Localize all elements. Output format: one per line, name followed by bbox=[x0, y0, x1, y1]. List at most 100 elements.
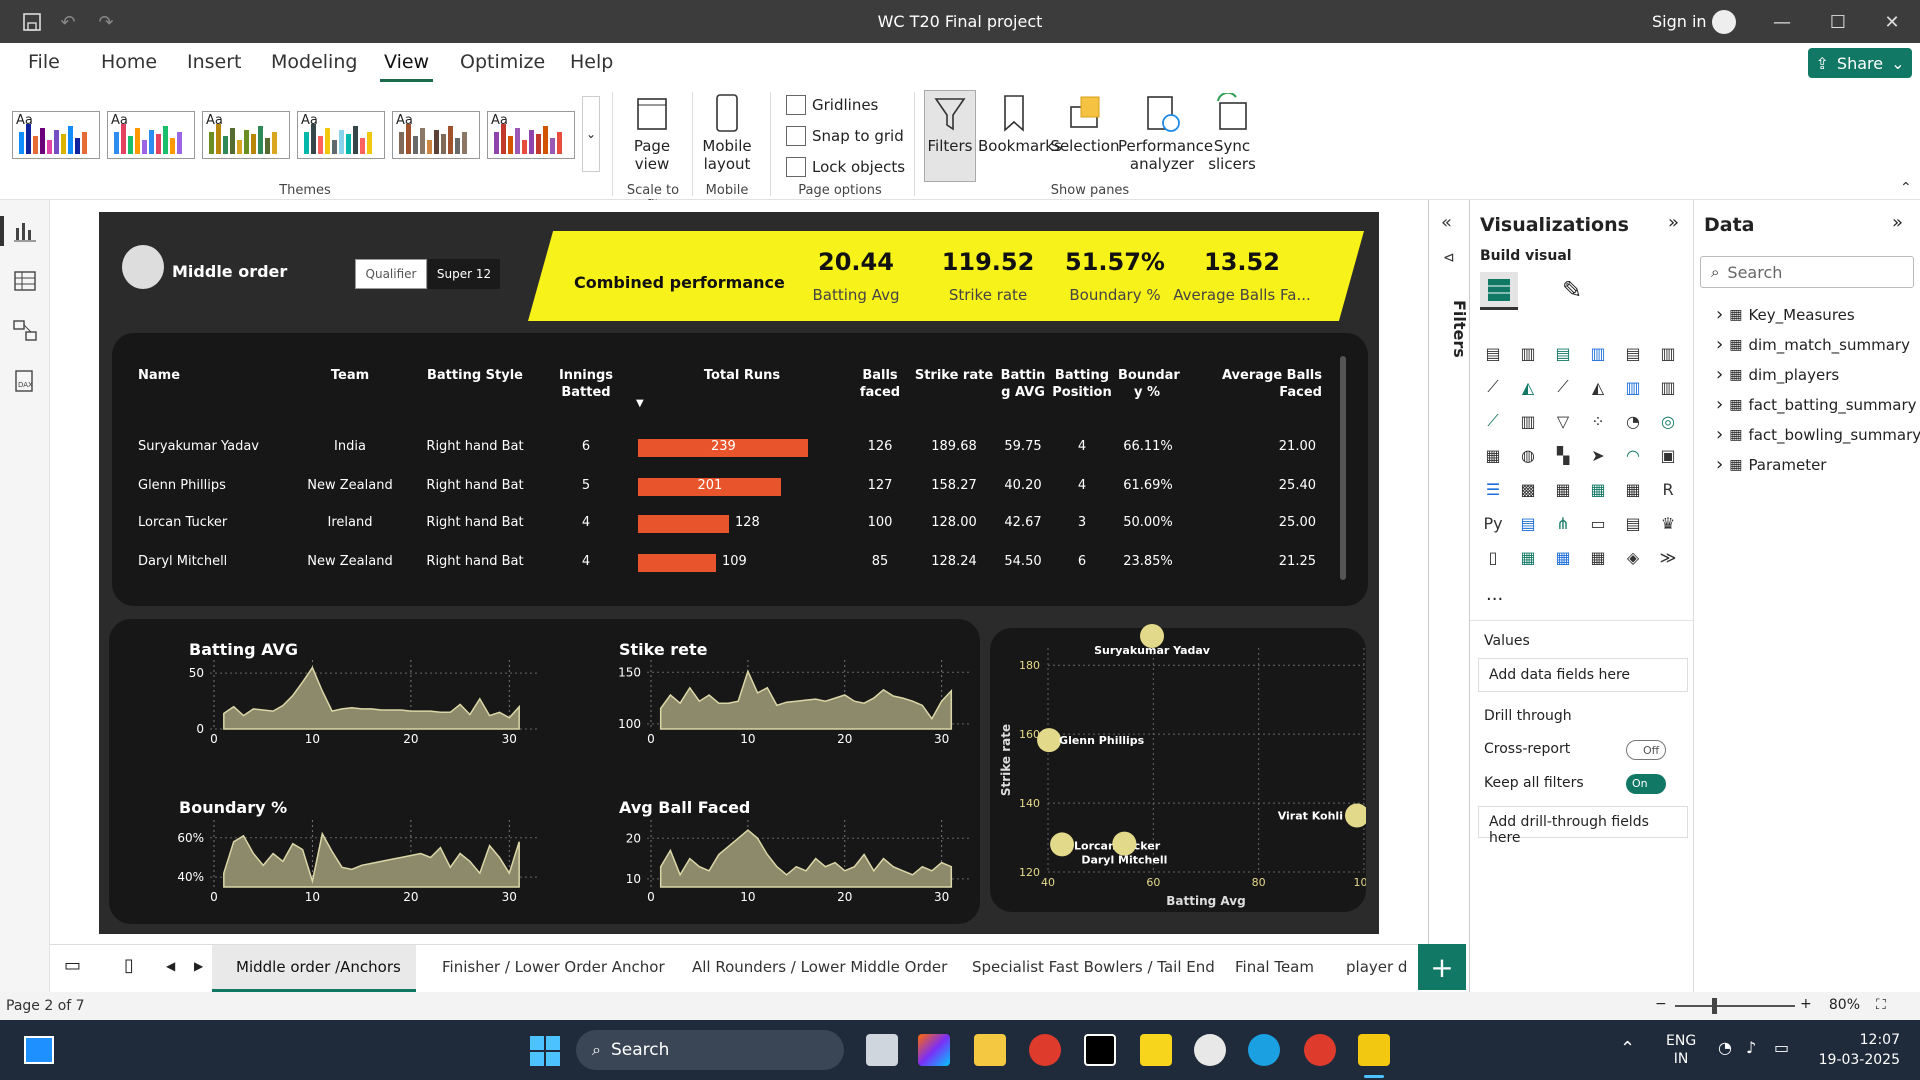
copilot-icon[interactable] bbox=[918, 1034, 950, 1066]
chevron-right-icon[interactable]: › bbox=[1716, 454, 1723, 475]
gridlines-checkbox[interactable] bbox=[786, 95, 806, 115]
menu-optimize[interactable]: Optimize bbox=[456, 51, 549, 73]
power-apps-icon[interactable]: ▦ bbox=[1515, 544, 1541, 570]
kpi-icon[interactable]: ▩ bbox=[1515, 476, 1541, 502]
data-table-item[interactable]: › ▦ Key_Measures bbox=[1716, 304, 1855, 325]
phone-layout-icon[interactable]: ▯ bbox=[124, 955, 134, 976]
share-button[interactable]: ⇪ Share ⌄ bbox=[1808, 48, 1912, 78]
fit-to-page-icon[interactable]: ⛶ bbox=[1876, 997, 1886, 1013]
minimize-icon[interactable]: — bbox=[1768, 8, 1796, 36]
area-chart-icon[interactable]: ◭ bbox=[1515, 374, 1541, 400]
language-indicator[interactable]: ENG IN bbox=[1666, 1032, 1696, 1068]
wifi-icon[interactable]: ◔ bbox=[1718, 1038, 1732, 1057]
theme-2[interactable]: Aa bbox=[107, 111, 195, 159]
collapse-data-icon[interactable]: » bbox=[1892, 212, 1903, 233]
cross-report-toggle[interactable]: Off bbox=[1626, 740, 1666, 760]
edge-icon[interactable] bbox=[1248, 1034, 1280, 1066]
page-view-button[interactable]: Page view bbox=[624, 93, 680, 173]
clustered-bar-icon[interactable]: ▤ bbox=[1550, 340, 1576, 366]
scatter-chart[interactable]: 40 60 80 100 120 140 160 180 Batting Avg Strike r… bbox=[990, 620, 1366, 912]
decomposition-tree-icon[interactable]: ⋔ bbox=[1550, 510, 1576, 536]
zoom-slider-thumb[interactable] bbox=[1712, 998, 1717, 1014]
line-chart-icon[interactable]: ⟋ bbox=[1480, 374, 1506, 400]
r-visual-icon[interactable]: R bbox=[1655, 476, 1681, 502]
diamond-visual-icon[interactable]: ◈ bbox=[1620, 544, 1646, 570]
scatter-icon[interactable]: ⁘ bbox=[1585, 408, 1611, 434]
add-page-button[interactable]: + bbox=[1418, 944, 1466, 990]
performance-analyzer-button[interactable]: Performance analyzer bbox=[1118, 93, 1213, 173]
column-header[interactable]: Batting Style bbox=[422, 367, 528, 384]
mobile-layout-button[interactable]: Mobile layout bbox=[700, 93, 754, 173]
scatter-point[interactable] bbox=[1344, 803, 1366, 828]
start-icon[interactable] bbox=[530, 1036, 560, 1066]
account-icon[interactable] bbox=[1712, 10, 1736, 34]
zoom-level[interactable]: 80% bbox=[1824, 997, 1860, 1013]
slicer-super-12[interactable]: Super 12 bbox=[428, 259, 500, 289]
table-scrollbar[interactable] bbox=[1340, 356, 1346, 580]
model-view-icon[interactable] bbox=[12, 318, 38, 344]
data-table-item[interactable]: › ▦ fact_batting_summary bbox=[1716, 394, 1917, 415]
desktop-layout-icon[interactable]: ▭ bbox=[64, 955, 81, 976]
table-view-icon[interactable] bbox=[12, 268, 38, 294]
filters-pane-button[interactable]: Filters bbox=[924, 93, 976, 155]
zoom-out-icon[interactable]: − bbox=[1655, 996, 1667, 1012]
100-bar-icon[interactable]: ▤ bbox=[1620, 340, 1646, 366]
funnel-icon[interactable]: ▽ bbox=[1550, 408, 1576, 434]
data-table-item[interactable]: › ▦ dim_players bbox=[1716, 364, 1839, 385]
stacked-area-icon[interactable]: ⟋ bbox=[1550, 374, 1576, 400]
widgets-icon[interactable] bbox=[24, 1036, 54, 1064]
zoom-slider[interactable] bbox=[1675, 1005, 1795, 1007]
matrix-icon[interactable]: ▦ bbox=[1620, 476, 1646, 502]
python-visual-icon[interactable]: Py bbox=[1480, 510, 1506, 536]
tab-fast-bowlers[interactable]: Specialist Fast Bowlers / Tail End bbox=[972, 958, 1215, 976]
task-view-icon[interactable] bbox=[866, 1034, 898, 1066]
clock-app-icon[interactable] bbox=[1194, 1034, 1226, 1066]
column-header[interactable]: Boundar y % bbox=[1118, 367, 1180, 401]
lock-objects-checkbox[interactable] bbox=[786, 157, 806, 177]
menu-view[interactable]: View bbox=[380, 51, 434, 82]
chevron-right-icon[interactable]: › bbox=[1716, 334, 1723, 355]
sticky-notes-icon[interactable] bbox=[1140, 1034, 1172, 1066]
column-header[interactable]: Batting Position bbox=[1052, 367, 1112, 401]
theme-6[interactable]: Aa bbox=[487, 111, 575, 159]
tab-all-rounders[interactable]: All Rounders / Lower Middle Order bbox=[692, 958, 947, 976]
chrome-icon[interactable] bbox=[1029, 1034, 1061, 1066]
build-visual-tab[interactable] bbox=[1480, 272, 1518, 310]
line-column-icon[interactable]: ▥ bbox=[1620, 374, 1646, 400]
snap-to-grid-checkbox[interactable] bbox=[786, 126, 806, 146]
sign-in-link[interactable]: Sign in bbox=[1652, 12, 1707, 31]
chevron-right-icon[interactable]: › bbox=[1716, 424, 1723, 445]
volume-icon[interactable]: ♪ bbox=[1746, 1038, 1756, 1057]
azure-map-icon[interactable]: ➤ bbox=[1585, 442, 1611, 468]
column-header[interactable]: Total Runs bbox=[692, 367, 792, 384]
column-header[interactable]: Balls faced bbox=[856, 367, 904, 401]
map-icon[interactable]: ◍ bbox=[1515, 442, 1541, 468]
data-table-item[interactable]: › ▦ fact_bowling_summary bbox=[1716, 424, 1920, 445]
goals-icon[interactable]: ♛ bbox=[1655, 510, 1681, 536]
file-explorer-icon[interactable] bbox=[974, 1034, 1006, 1066]
tab-middle-order-anchors[interactable]: Middle order /Anchors bbox=[236, 958, 401, 976]
chevron-right-icon[interactable]: › bbox=[1716, 364, 1723, 385]
expand-filters-icon[interactable]: « bbox=[1441, 212, 1452, 233]
tab-player-details[interactable]: player d bbox=[1346, 958, 1418, 976]
tab-finisher-lower-order[interactable]: Finisher / Lower Order Anchor bbox=[442, 958, 665, 976]
shape-map-icon[interactable]: ▦ bbox=[1585, 544, 1611, 570]
scatter-point[interactable] bbox=[1037, 728, 1062, 753]
menu-modeling[interactable]: Modeling bbox=[267, 51, 361, 73]
collapse-ribbon-icon[interactable]: ⌃ bbox=[1900, 180, 1912, 196]
collapse-visualizations-icon[interactable]: » bbox=[1668, 212, 1679, 233]
gauge-icon[interactable]: ◠ bbox=[1620, 442, 1646, 468]
chevron-right-icon[interactable]: › bbox=[1716, 304, 1723, 325]
theme-4[interactable]: Aa bbox=[297, 111, 385, 159]
clock[interactable]: 12:07 19-03-2025 bbox=[1810, 1030, 1900, 1070]
drill-through-well[interactable]: Add drill-through fields here bbox=[1478, 806, 1688, 846]
narrative-icon[interactable]: ▤ bbox=[1620, 510, 1646, 536]
filters-pane-collapsed[interactable]: « ⊲ Filters bbox=[1428, 200, 1470, 992]
maximize-icon[interactable]: ☐ bbox=[1824, 8, 1852, 36]
donut-chart-icon[interactable]: ◎ bbox=[1655, 408, 1681, 434]
column-header[interactable]: Average Balls Faced bbox=[1186, 367, 1322, 401]
multi-row-card-icon[interactable]: ☰ bbox=[1480, 476, 1506, 502]
menu-help[interactable]: Help bbox=[566, 51, 617, 73]
tab-final-team[interactable]: Final Team bbox=[1235, 958, 1314, 976]
scatter-point[interactable] bbox=[1050, 832, 1075, 857]
